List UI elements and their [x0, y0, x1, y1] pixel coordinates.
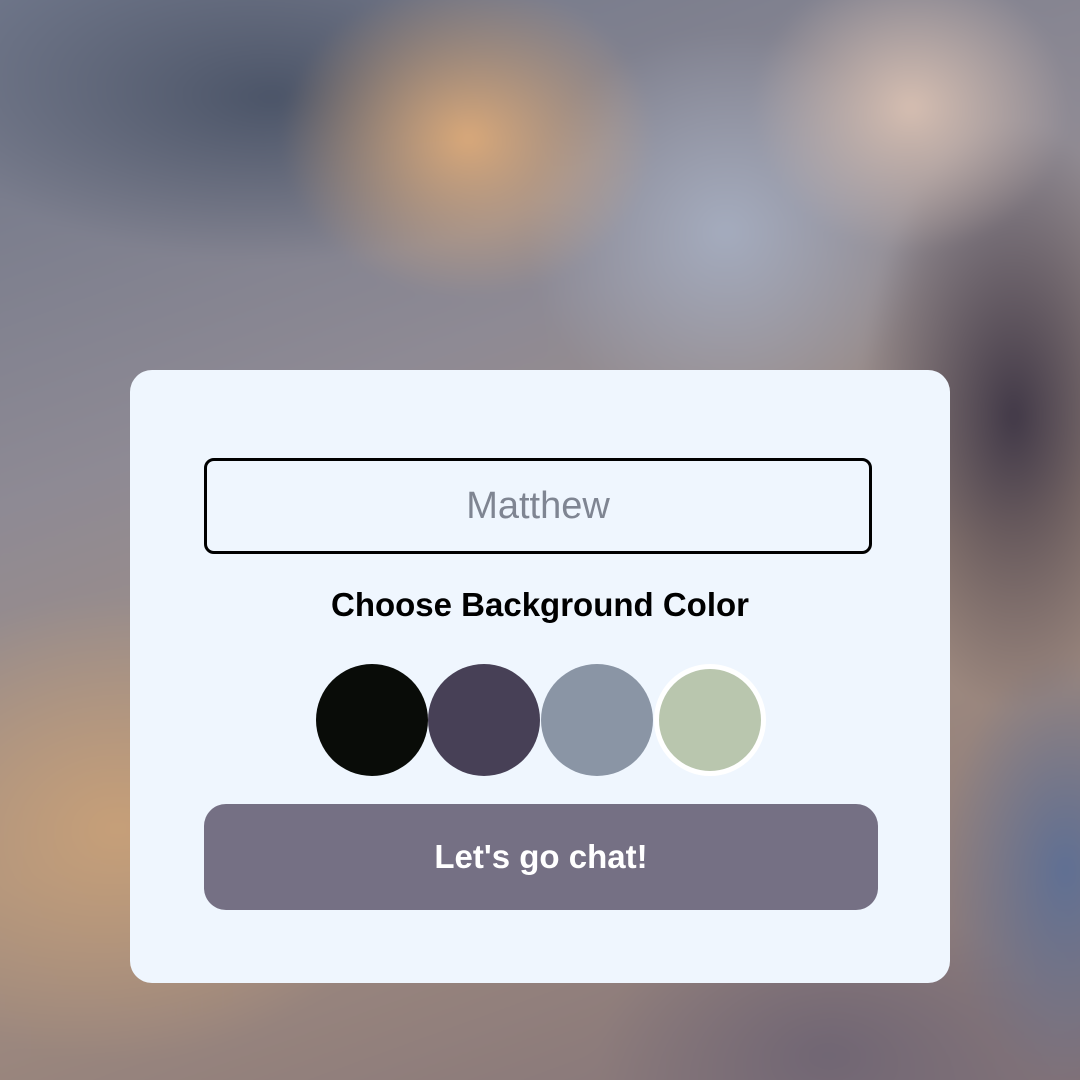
color-swatch-group — [316, 664, 766, 776]
color-swatch-black[interactable] — [316, 664, 428, 776]
start-chat-button[interactable]: Let's go chat! — [204, 804, 878, 910]
color-swatch-purple[interactable] — [428, 664, 540, 776]
choose-color-heading: Choose Background Color — [330, 586, 750, 623]
start-card: Choose Background Color Let's go chat! — [130, 370, 950, 983]
color-swatch-green[interactable] — [654, 664, 766, 776]
color-swatch-grey[interactable] — [541, 664, 653, 776]
name-input[interactable] — [204, 458, 872, 554]
